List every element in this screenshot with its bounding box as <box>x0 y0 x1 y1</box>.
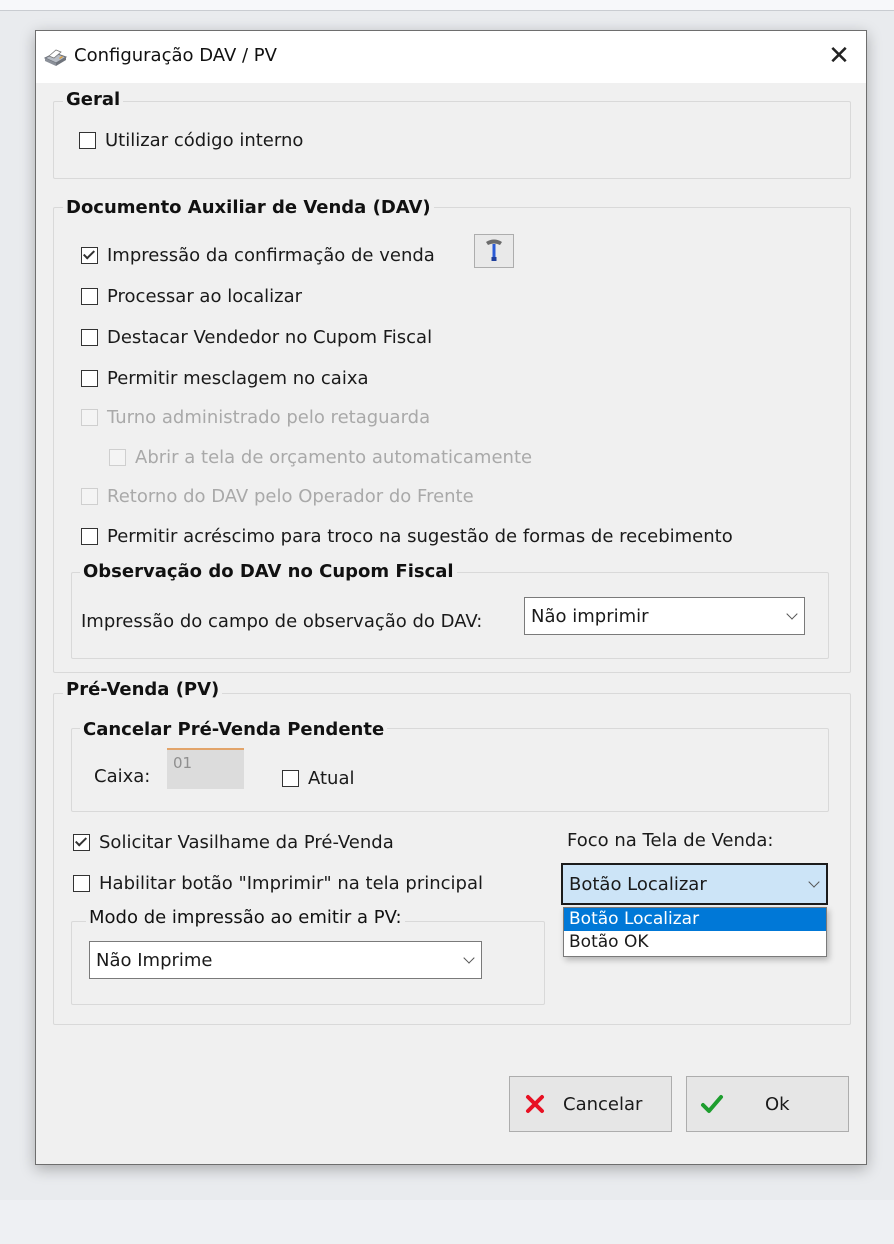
observacao-label: Impressão do campo de observação do DAV: <box>81 611 483 632</box>
cancel-button[interactable]: Cancelar <box>509 1076 672 1132</box>
impressao-config-button[interactable] <box>474 234 514 268</box>
impressao-confirmacao-label: Impressão da confirmação de venda <box>107 245 435 266</box>
atual-checkbox[interactable]: Atual <box>282 768 355 789</box>
solicitar-vasilhame-label: Solicitar Vasilhame da Pré-Venda <box>99 832 394 853</box>
destacar-vendedor-checkbox[interactable]: Destacar Vendedor no Cupom Fiscal <box>81 327 432 348</box>
foco-option-ok[interactable]: Botão OK <box>564 931 826 954</box>
close-icon: ✕ <box>828 41 850 71</box>
foco-select-value: Botão Localizar <box>569 873 707 895</box>
group-geral-title: Geral <box>63 89 124 110</box>
window-title: Configuração DAV / PV <box>74 45 277 66</box>
checkmark-icon <box>701 1095 723 1113</box>
caixa-field: 01 <box>167 748 244 789</box>
ok-button-label: Ok <box>765 1093 790 1115</box>
modo-impressao-select[interactable]: Não Imprime <box>89 941 482 979</box>
permitir-acrescimo-checkbox[interactable]: Permitir acréscimo para troco na sugestã… <box>81 526 733 547</box>
destacar-vendedor-label: Destacar Vendedor no Cupom Fiscal <box>107 327 433 348</box>
turno-administrado-checkbox: Turno administrado pelo retaguarda <box>81 407 430 428</box>
cancel-button-label: Cancelar <box>563 1093 643 1115</box>
observacao-select-value: Não imprimir <box>531 605 649 627</box>
abrir-tela-orcamento-checkbox: Abrir a tela de orçamento automaticament… <box>109 447 532 468</box>
checkbox-box[interactable] <box>73 875 90 892</box>
cancel-x-icon <box>526 1095 544 1113</box>
permitir-mesclagem-label: Permitir mesclagem no caixa <box>107 368 369 389</box>
foco-dropdown-list: Botão Localizar Botão OK <box>563 907 827 957</box>
checkbox-box-checked[interactable] <box>73 834 90 851</box>
checkbox-box-disabled <box>81 409 98 426</box>
checkbox-box[interactable] <box>81 288 98 305</box>
tool-settings-icon <box>486 239 502 261</box>
app-printer-icon <box>43 49 68 66</box>
config-dialog: Configuração DAV / PV ✕ Geral Utilizar c… <box>35 30 867 1165</box>
processar-localizar-checkbox[interactable]: Processar ao localizar <box>81 286 302 307</box>
caixa-field-value: 01 <box>173 754 193 772</box>
habilitar-imprimir-checkbox[interactable]: Habilitar botão "Imprimir" na tela princ… <box>73 873 483 894</box>
group-pv-title: Pré-Venda (PV) <box>63 679 223 700</box>
abrir-tela-orcamento-label: Abrir a tela de orçamento automaticament… <box>135 447 533 468</box>
retorno-dav-checkbox: Retorno do DAV pelo Operador do Frente <box>81 486 474 507</box>
impressao-confirmacao-checkbox[interactable]: Impressão da confirmação de venda <box>81 245 435 266</box>
foco-select[interactable]: Botão Localizar <box>561 863 828 905</box>
modo-impressao-label: Modo de impressão ao emitir a PV: <box>86 907 405 928</box>
habilitar-imprimir-label: Habilitar botão "Imprimir" na tela princ… <box>99 873 483 894</box>
chevron-down-icon <box>463 952 475 964</box>
permitir-acrescimo-label: Permitir acréscimo para troco na sugestã… <box>107 526 733 547</box>
checkbox-box[interactable] <box>282 770 299 787</box>
checkbox-box-disabled <box>81 488 98 505</box>
processar-localizar-label: Processar ao localizar <box>107 286 303 307</box>
retorno-dav-label: Retorno do DAV pelo Operador do Frente <box>107 486 474 507</box>
ok-button[interactable]: Ok <box>686 1076 849 1132</box>
checkbox-box-checked[interactable] <box>81 247 98 264</box>
background-bottom-strip <box>0 1200 894 1244</box>
permitir-mesclagem-checkbox[interactable]: Permitir mesclagem no caixa <box>81 368 369 389</box>
checkbox-box-disabled <box>109 449 126 466</box>
chevron-down-icon <box>786 608 798 620</box>
checkbox-box[interactable] <box>81 329 98 346</box>
modo-impressao-select-value: Não Imprime <box>96 949 213 971</box>
turno-administrado-label: Turno administrado pelo retaguarda <box>107 407 431 428</box>
checkbox-box[interactable] <box>81 528 98 545</box>
checkbox-box[interactable] <box>81 370 98 387</box>
title-bar[interactable]: Configuração DAV / PV ✕ <box>36 31 866 83</box>
foco-label: Foco na Tela de Venda: <box>567 830 774 851</box>
foco-option-localizar[interactable]: Botão Localizar <box>564 908 826 931</box>
close-button[interactable]: ✕ <box>812 31 866 83</box>
group-observacao-title: Observação do DAV no Cupom Fiscal <box>80 561 457 582</box>
caixa-label: Caixa: <box>94 766 151 787</box>
atual-label: Atual <box>308 768 355 789</box>
group-dav-title: Documento Auxiliar de Venda (DAV) <box>63 197 434 218</box>
chevron-down-icon <box>808 876 820 888</box>
group-cancelar-pv-title: Cancelar Pré-Venda Pendente <box>80 719 388 740</box>
utilizar-codigo-interno-label: Utilizar código interno <box>105 130 304 151</box>
background-top-bar <box>0 0 894 11</box>
checkbox-box[interactable] <box>79 132 96 149</box>
observacao-select[interactable]: Não imprimir <box>524 597 805 635</box>
utilizar-codigo-interno-checkbox[interactable]: Utilizar código interno <box>79 130 303 151</box>
solicitar-vasilhame-checkbox[interactable]: Solicitar Vasilhame da Pré-Venda <box>73 832 394 853</box>
